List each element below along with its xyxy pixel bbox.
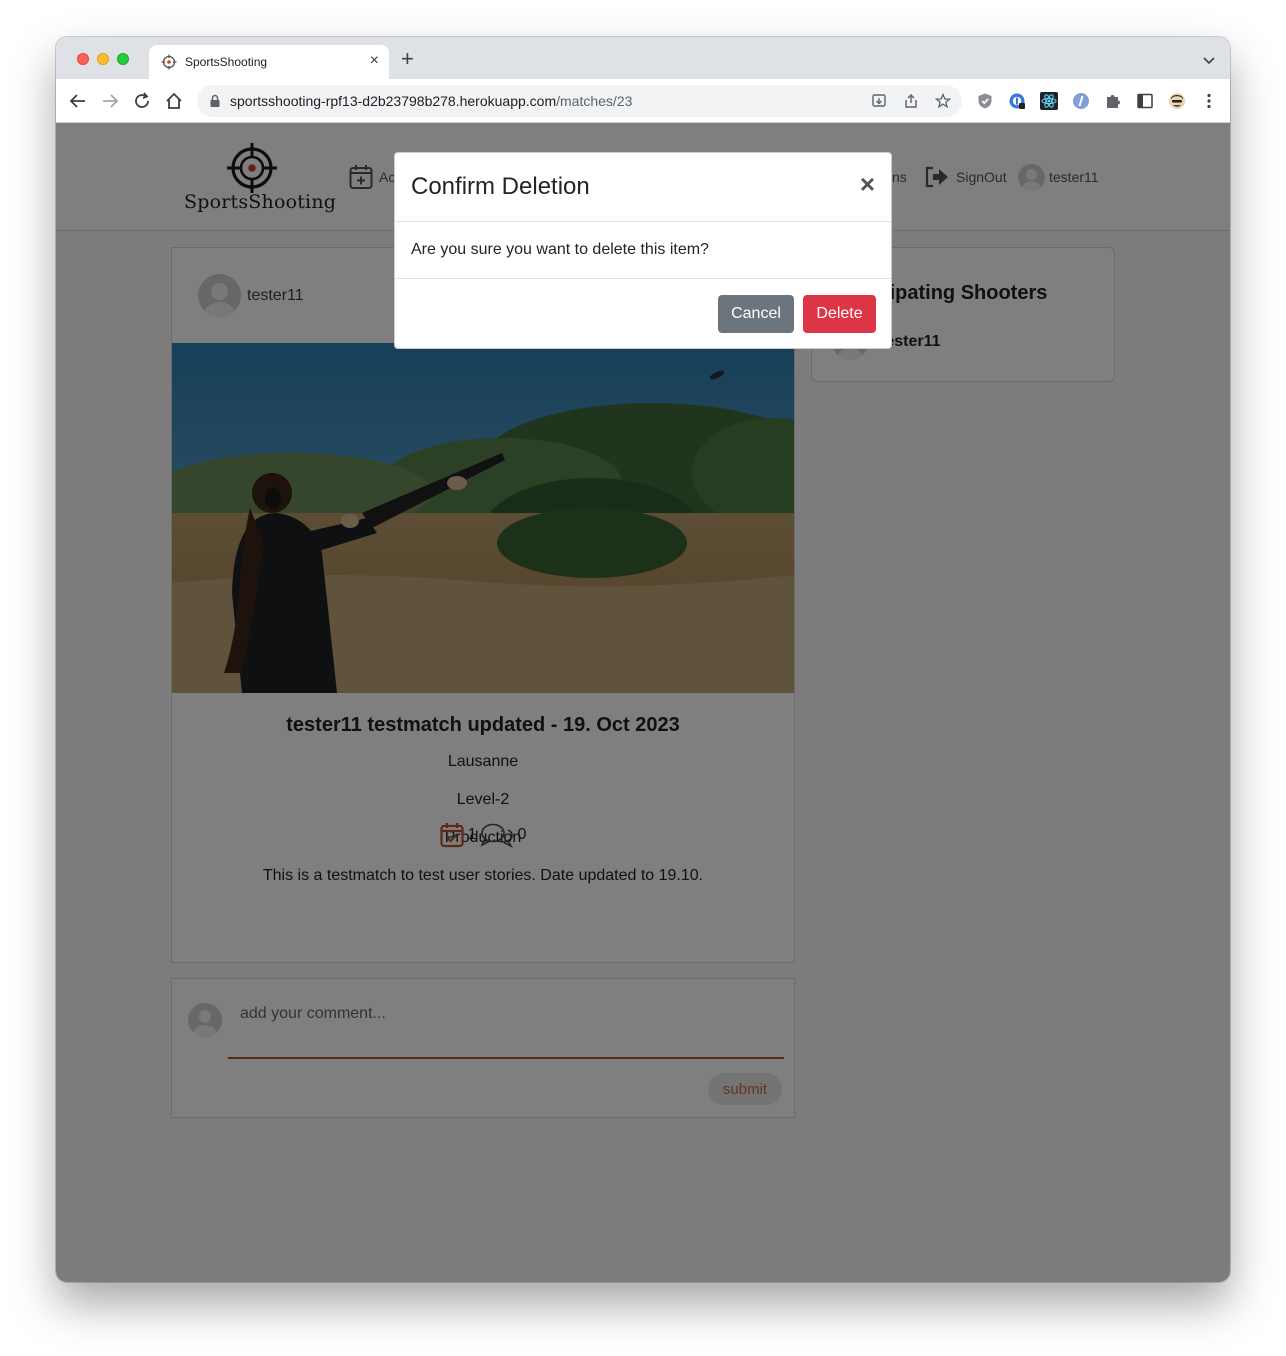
modal-header: Confirm Deletion × bbox=[395, 153, 891, 222]
menu-kebab-icon[interactable] bbox=[1200, 92, 1218, 110]
tab-bar: SportsShooting × + bbox=[56, 37, 1230, 79]
modal-footer: Cancel Delete bbox=[395, 278, 891, 350]
tab-close-icon[interactable]: × bbox=[370, 52, 379, 70]
side-panel-icon[interactable] bbox=[1136, 92, 1154, 110]
browser-window: SportsShooting × + sportsshooting-rpf13-… bbox=[56, 37, 1230, 1282]
maximize-window-button[interactable] bbox=[117, 53, 129, 65]
crosshair-favicon-icon bbox=[161, 54, 177, 70]
modal-title: Confirm Deletion bbox=[411, 173, 590, 200]
extensions-puzzle-icon[interactable] bbox=[1104, 92, 1122, 110]
url-text: sportsshooting-rpf13-d2b23798b278.heroku… bbox=[230, 93, 632, 109]
lock-icon bbox=[210, 94, 220, 107]
back-arrow-icon[interactable] bbox=[68, 91, 88, 111]
tab-search-chevron-icon[interactable] bbox=[1202, 53, 1216, 67]
modal-message: Are you sure you want to delete this ite… bbox=[411, 241, 709, 258]
address-bar[interactable]: sportsshooting-rpf13-d2b23798b278.heroku… bbox=[197, 85, 962, 117]
delete-button[interactable]: Delete bbox=[803, 295, 876, 333]
password-manager-extension-icon[interactable] bbox=[1008, 92, 1026, 110]
confirm-deletion-modal: Confirm Deletion × Are you sure you want… bbox=[394, 152, 892, 349]
shield-extension-icon[interactable] bbox=[976, 92, 994, 110]
url-host: sportsshooting-rpf13-d2b23798b278.heroku… bbox=[230, 93, 557, 109]
react-devtools-extension-icon[interactable] bbox=[1040, 92, 1058, 110]
close-icon[interactable]: × bbox=[860, 171, 875, 197]
new-tab-button[interactable]: + bbox=[401, 48, 414, 70]
install-app-icon[interactable] bbox=[871, 93, 887, 109]
close-window-button[interactable] bbox=[77, 53, 89, 65]
cancel-button[interactable]: Cancel bbox=[718, 295, 794, 333]
info-extension-icon[interactable] bbox=[1072, 92, 1090, 110]
reload-icon[interactable] bbox=[132, 91, 152, 111]
url-path: /matches/23 bbox=[556, 93, 633, 109]
forward-arrow-icon[interactable] bbox=[100, 91, 120, 111]
browser-tab[interactable]: SportsShooting × bbox=[149, 45, 389, 79]
web-page: SportsShooting Ac ns bbox=[56, 123, 1230, 1282]
profile-avatar-icon[interactable] bbox=[1168, 92, 1186, 110]
home-icon[interactable] bbox=[164, 91, 184, 111]
tab-title: SportsShooting bbox=[185, 55, 268, 69]
bookmark-star-icon[interactable] bbox=[935, 93, 951, 109]
minimize-window-button[interactable] bbox=[97, 53, 109, 65]
browser-toolbar: sportsshooting-rpf13-d2b23798b278.heroku… bbox=[56, 79, 1230, 123]
share-icon[interactable] bbox=[903, 93, 919, 109]
